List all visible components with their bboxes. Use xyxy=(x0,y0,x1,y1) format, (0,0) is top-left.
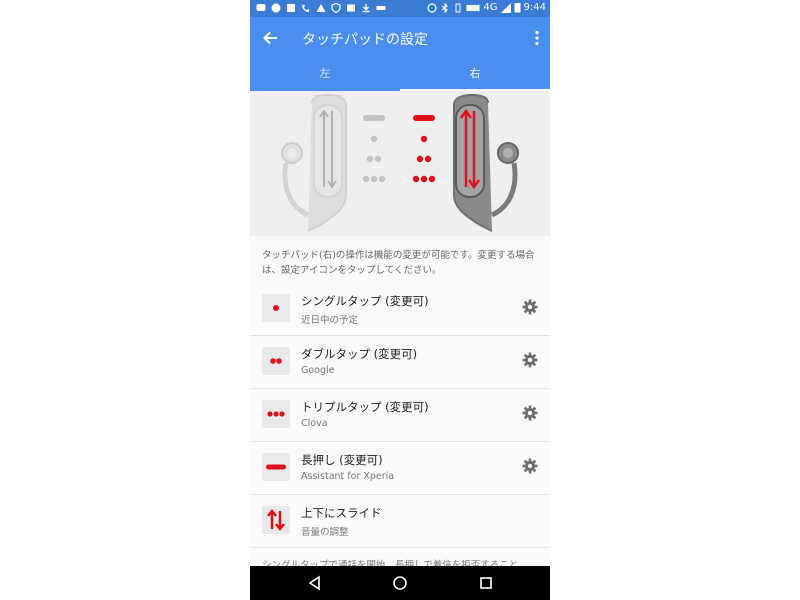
touchpad-illustration xyxy=(250,91,550,236)
gear-icon[interactable] xyxy=(522,405,538,421)
single-dot-icon xyxy=(262,294,290,322)
list-item-triple-tap[interactable]: トリプルタップ (変更可) Clova xyxy=(250,389,550,442)
missed-call-icon xyxy=(302,5,309,12)
status-bar: 4G 9:44 xyxy=(250,0,550,17)
gesture-name: トリプルタップ (変更可) xyxy=(301,400,429,414)
list-item-long-press[interactable]: 長押し (変更可) Assistant for Xperia xyxy=(250,442,550,495)
left-earbud-image xyxy=(281,93,347,232)
earbud-diagram xyxy=(281,93,519,232)
phone-screen: 4G 9:44 タッチパッドの設定 左 右 タッチパッド(右)の操作は機能の変更… xyxy=(250,0,550,600)
more-options-icon[interactable] xyxy=(534,30,540,46)
description-text: タッチパッド(右)の操作は機能の変更が可能です。変更する場合は、設定アイコンをタ… xyxy=(262,250,535,276)
calendar-icon xyxy=(287,4,295,12)
bluetooth-icon xyxy=(442,2,449,13)
gear-icon[interactable] xyxy=(522,299,538,315)
page-title: タッチパッドの設定 xyxy=(302,32,428,48)
triple-dot-icon xyxy=(262,400,290,428)
app-bar: タッチパッドの設定 xyxy=(250,17,550,60)
gesture-name: 長押し (変更可) xyxy=(301,453,383,467)
message-icon xyxy=(256,4,266,11)
recents-icon[interactable] xyxy=(477,574,495,592)
battery-icon xyxy=(514,3,521,13)
gesture-name: シングルタップ (変更可) xyxy=(301,294,429,308)
network-type: 4G xyxy=(483,2,498,13)
tab-left[interactable]: 左 xyxy=(250,60,400,91)
system-indicators: 4G 9:44 xyxy=(427,2,546,13)
slide-up-down-icon xyxy=(262,506,290,534)
gear-icon[interactable] xyxy=(522,458,538,474)
sim-icon xyxy=(376,6,386,10)
gesture-value: Google xyxy=(301,365,335,376)
back-arrow-icon[interactable] xyxy=(261,28,281,48)
list-item-double-tap[interactable]: ダブルタップ (変更可) Google xyxy=(250,336,550,389)
double-dot-icon xyxy=(262,347,290,375)
shield-icon xyxy=(331,3,341,13)
volte-icon xyxy=(466,4,480,11)
gesture-value: 近日中の予定 xyxy=(301,315,359,326)
home-icon[interactable] xyxy=(391,574,409,592)
tab-bar: 左 右 xyxy=(250,60,550,91)
right-gesture-indicators xyxy=(412,115,436,183)
image-icon xyxy=(347,4,355,12)
gear-icon[interactable] xyxy=(522,352,538,368)
gesture-value: 音量の調整 xyxy=(301,527,349,538)
list-item-single-tap[interactable]: シングルタップ (変更可) 近日中の予定 xyxy=(250,283,550,336)
gesture-name: 上下にスライド xyxy=(301,506,382,520)
signal-icon xyxy=(500,2,511,13)
vibrate-icon xyxy=(455,3,461,12)
warning-icon xyxy=(316,4,326,12)
download-icon xyxy=(362,4,370,13)
gesture-name: ダブルタップ (変更可) xyxy=(301,347,418,361)
compass-icon xyxy=(271,3,281,13)
gesture-value: Clova xyxy=(301,418,328,429)
back-icon[interactable] xyxy=(306,574,324,592)
long-press-icon xyxy=(262,453,290,481)
clock: 9:44 xyxy=(523,2,546,13)
left-gesture-indicators xyxy=(362,115,386,183)
nfc-icon xyxy=(427,2,438,13)
navigation-bar xyxy=(250,566,550,600)
right-earbud-image xyxy=(453,93,519,232)
list-item-slide: 上下にスライド 音量の調整 xyxy=(250,495,550,548)
gesture-list: シングルタップ (変更可) 近日中の予定 ダブルタップ (変更可) Google xyxy=(250,283,550,548)
tab-right[interactable]: 右 xyxy=(400,60,550,91)
notification-icons xyxy=(256,3,386,13)
gesture-value: Assistant for Xperia xyxy=(301,471,395,482)
